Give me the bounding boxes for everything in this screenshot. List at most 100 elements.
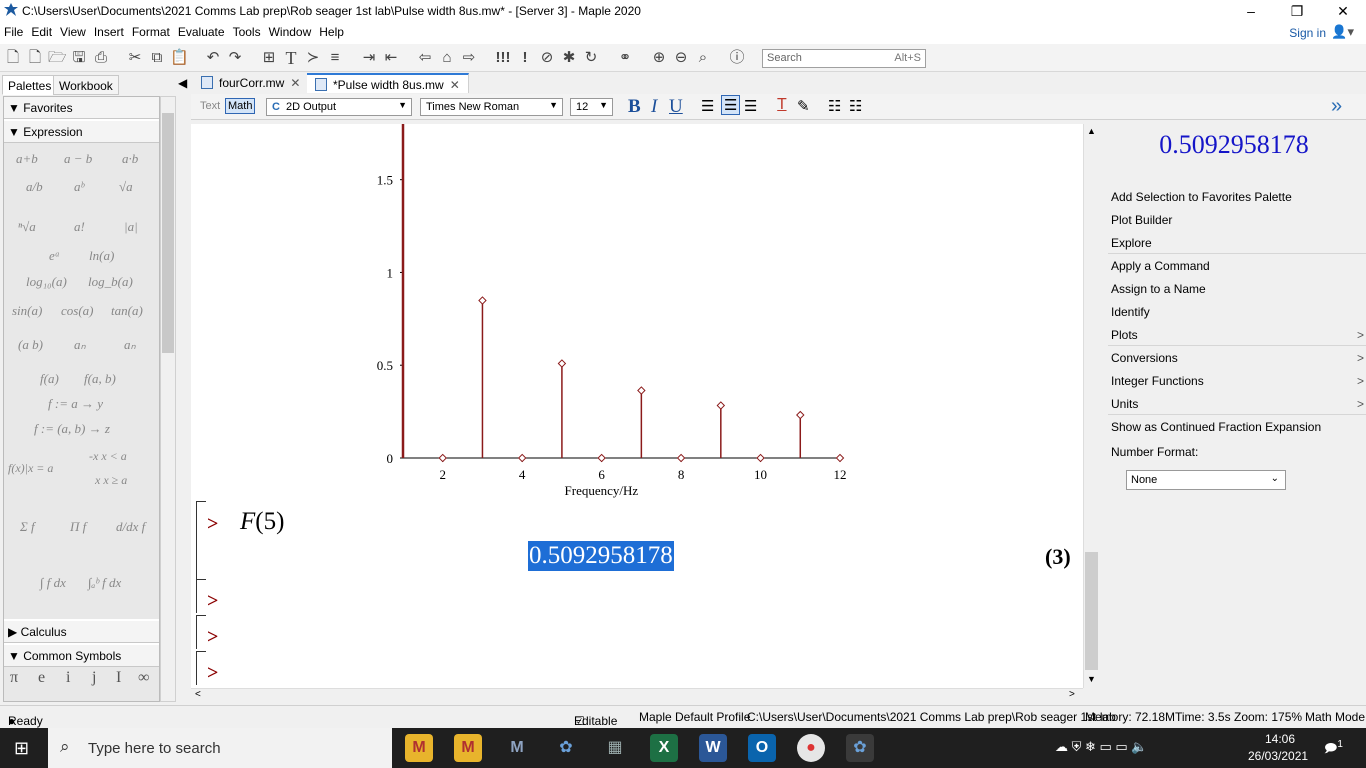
chrome-icon[interactable]: ● [797,734,825,762]
symbol-i[interactable]: i [66,669,70,687]
symbol-e[interactable]: e [38,669,45,687]
scroll-up-icon[interactable]: ▲ [1087,126,1096,136]
zoom-out-icon[interactable]: ⊖ [672,49,690,67]
palette-item[interactable]: Π f [70,519,86,535]
context-units[interactable]: Units > [1111,397,1366,411]
empty-prompt[interactable]: > [207,626,218,649]
save-icon[interactable]: 🖫 [70,49,88,67]
collapse-panel-icon[interactable]: ◀ [178,76,187,90]
redo-icon[interactable]: ↷ [226,49,244,67]
worksheet-scrollbar-thumb[interactable] [1085,552,1098,670]
palette-item[interactable]: ⁿ√a [18,219,36,235]
user-icon[interactable]: 👤▾ [1331,24,1354,40]
expand-context-panel-icon[interactable]: » [1331,95,1342,118]
palette-item[interactable]: ∫ f dx [40,575,66,591]
outdent-icon[interactable]: ⇤ [382,49,400,67]
menu-insert[interactable]: Insert [90,22,128,42]
output-value[interactable]: 0.5092958178 [528,541,674,571]
palette-common-symbols-header[interactable]: ▼ Common Symbols [4,645,159,667]
maple-leaf-icon[interactable]: ✿ [552,734,580,762]
palette-item[interactable]: f := a → y [48,396,103,412]
restart-icon[interactable]: ↻ [582,49,600,67]
tab-palettes[interactable]: Palettes [2,75,58,95]
maple-active-icon[interactable]: ✿ [846,734,874,762]
link-icon[interactable]: ⚭ [616,49,634,67]
context-plot-builder[interactable]: Plot Builder [1111,213,1366,227]
word-icon[interactable]: W [699,734,727,762]
print-icon[interactable]: ⎙ [92,49,110,67]
number-format-dropdown[interactable]: None ⌄ [1126,470,1286,490]
sign-in-link[interactable]: Sign in [1289,26,1326,40]
palette-item[interactable]: aₙ [74,337,86,353]
new-document-icon[interactable]: 🗋 [4,49,22,67]
outlook-icon[interactable]: O [748,734,776,762]
font-dropdown[interactable]: Times New Roman ▼ [420,98,563,116]
close-tab-icon[interactable]: ✕ [450,78,460,92]
cut-icon[interactable]: ✂ [126,49,144,67]
palette-scrollbar-thumb[interactable] [162,113,174,353]
highlight-icon[interactable]: ✎ [797,97,810,115]
execute-all-icon[interactable]: !!! [494,49,512,67]
home-icon[interactable]: ⌂ [438,49,456,67]
palette-item[interactable]: ∫ₐᵇ f dx [88,575,121,591]
tab-pulse-width[interactable]: *Pulse width 8us.mw ✕ [307,73,469,93]
forward-icon[interactable]: ⇨ [460,49,478,67]
palette-item[interactable]: a+b [16,151,38,167]
text-mode-button[interactable]: Text [200,100,220,112]
system-tray-icons[interactable]: ☁ ⛨ ❄ ▭ ▭ 🔈 [1055,739,1147,755]
palette-item[interactable]: f(a) [40,371,59,387]
bold-icon[interactable]: B [628,96,641,118]
clock-time[interactable]: 14:06 [1252,732,1308,746]
palette-item[interactable]: f(x)|x = a [8,461,53,476]
tab-workbook[interactable]: Workbook [53,75,119,95]
italic-icon[interactable]: I [651,96,657,118]
palette-item[interactable]: log₁₀(a) [26,274,67,290]
numbered-list-icon[interactable]: ☷ [849,97,862,115]
palette-item[interactable]: cos(a) [61,303,94,319]
palette-favorites-header[interactable]: ▼ Favorites [4,97,159,119]
symbol-j[interactable]: j [92,669,96,687]
size-dropdown[interactable]: 12 ▼ [570,98,613,116]
zoom-in-icon[interactable]: ⊕ [650,49,668,67]
input-expression[interactable]: F(5) [240,508,284,536]
bullet-list-icon[interactable]: ☷ [828,97,841,115]
close-tab-icon[interactable]: ✕ [290,76,300,90]
notifications-icon[interactable]: 🗩1 [1324,739,1343,760]
new-template-icon[interactable]: 🗋 [26,49,44,67]
palette-item[interactable]: |a| [124,219,138,235]
align-center-icon[interactable]: ☰ [721,95,741,115]
symbol-infinity[interactable]: ∞ [138,669,149,687]
symbol-pi[interactable]: π [10,669,18,687]
windows-start-icon[interactable]: ⊞ [14,738,29,759]
palette-calculus-header[interactable]: ▶ Calculus [4,621,159,643]
empty-prompt[interactable]: > [207,662,218,685]
minimize-button[interactable]: – [1228,0,1274,22]
menu-tools[interactable]: Tools [229,22,265,42]
paste-icon[interactable]: 📋 [170,49,189,67]
worksheet[interactable]: 2 4 6 8 10 12 0 0.5 1 1.5 Frequency/Hz > F(5) 0.50… [191,124,1083,688]
tab-fourcorr[interactable]: fourCorr.mw ✕ [193,73,310,93]
execution-group-icon[interactable]: ≡ [326,49,344,67]
context-apply-command[interactable]: Apply a Command [1111,259,1366,273]
debug-icon[interactable]: ✱ [560,49,578,67]
back-icon[interactable]: ⇦ [416,49,434,67]
palette-item[interactable]: aₙ [124,337,136,353]
palette-item[interactable]: a − b [64,151,92,167]
palette-item[interactable]: x x ≥ a [95,473,127,488]
context-identify[interactable]: Identify [1111,305,1366,319]
style-dropdown[interactable]: C 2D Output ▼ [266,98,412,116]
help-icon[interactable]: ⓘ [728,49,746,67]
context-continued-fraction[interactable]: Show as Continued Fraction Expansion [1111,420,1366,434]
context-conversions[interactable]: Conversions > [1111,351,1366,365]
align-left-icon[interactable]: ☰ [701,97,714,115]
worksheet-horizontal-scrollbar[interactable]: < > [191,688,1083,702]
scroll-down-icon[interactable]: ▼ [1087,674,1096,684]
palette-item[interactable]: Σ f [20,519,35,535]
palette-item[interactable]: ln(a) [89,248,114,264]
menu-help[interactable]: Help [315,22,348,42]
clock-date[interactable]: 26/03/2021 [1248,749,1308,763]
context-add-favorites[interactable]: Add Selection to Favorites Palette [1111,190,1366,204]
palette-item[interactable]: tan(a) [111,303,143,319]
maple-app-icon[interactable]: M [454,734,482,762]
palette-item[interactable]: a! [74,219,85,235]
